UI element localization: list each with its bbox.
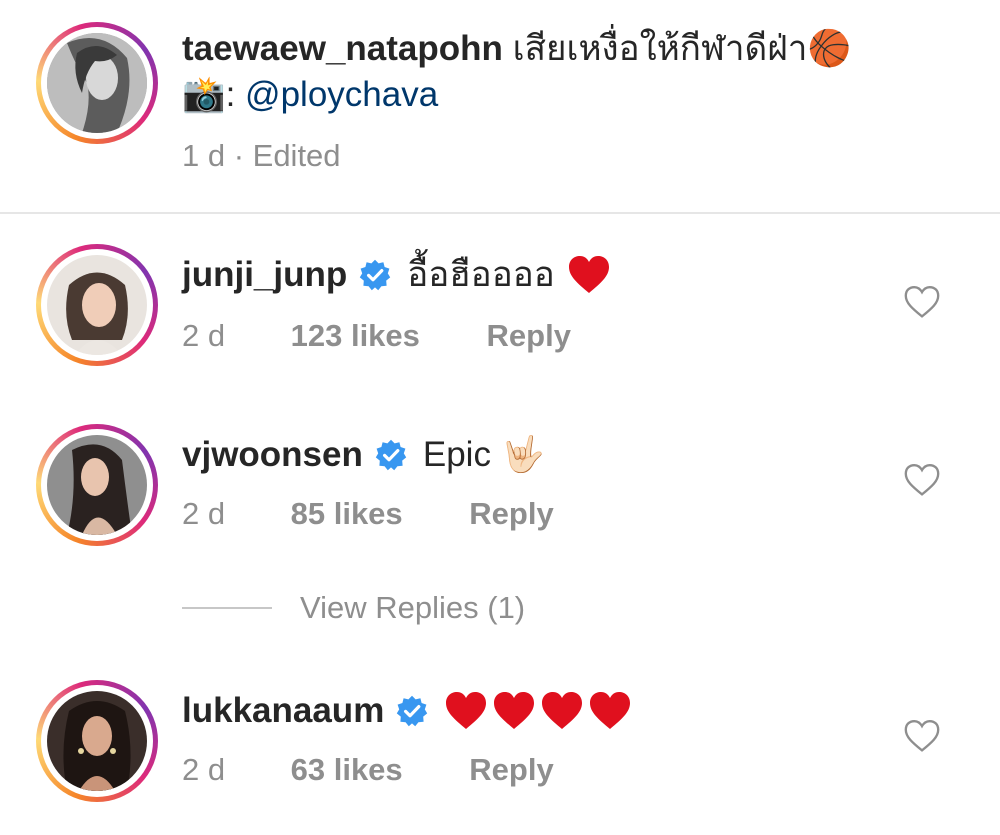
post-caption: taewaew_natapohn เสียเหงื่อให้กีฬาดีฝ่า🏀…	[182, 26, 962, 118]
author-photo	[47, 33, 147, 133]
red-heart-emoji	[588, 691, 632, 731]
caption-text: เสียเหงื่อให้กีฬาดีฝ่า	[502, 29, 808, 68]
comment-time: 2 d	[182, 318, 226, 353]
comment-meta: 2 d 63 likes Reply	[182, 752, 554, 788]
commenter-photo	[47, 435, 147, 535]
basketball-emoji: 🏀	[807, 29, 852, 68]
verified-badge-icon	[359, 259, 391, 291]
comment-likes[interactable]: 123 likes	[291, 318, 420, 354]
reply-button[interactable]: Reply	[469, 496, 553, 532]
comment-text: Epic	[422, 435, 491, 474]
like-heart-icon[interactable]	[902, 718, 942, 754]
red-heart-emoji	[444, 691, 488, 731]
view-replies-label[interactable]: View Replies (1)	[300, 590, 525, 626]
like-heart-icon[interactable]	[902, 284, 942, 320]
comment-username[interactable]: lukkanaaum	[182, 688, 384, 734]
red-heart-emoji	[492, 691, 536, 731]
view-replies[interactable]: View Replies (1)	[182, 590, 525, 626]
red-heart-emoji	[567, 255, 611, 295]
comment-text: อื้อฮืออออ	[407, 255, 555, 294]
caption-username[interactable]: taewaew_natapohn	[182, 29, 503, 68]
red-heart-emoji	[540, 691, 584, 731]
like-heart-icon[interactable]	[902, 462, 942, 498]
caption-colon: :	[225, 75, 246, 114]
commenter-photo	[47, 691, 147, 791]
camera-emoji: 📸	[182, 75, 226, 114]
commenter-photo	[47, 255, 147, 355]
view-replies-line	[182, 607, 272, 609]
comment-line: lukkanaaum	[182, 688, 636, 734]
verified-badge-icon	[396, 695, 428, 727]
verified-badge-icon	[375, 439, 407, 471]
comment-meta: 2 d 85 likes Reply	[182, 496, 554, 532]
comment-line: junji_junp อื้อฮืออออ	[182, 252, 615, 298]
caption-meta: 1 d · Edited	[182, 138, 341, 173]
comment-username[interactable]: vjwoonsen	[182, 432, 363, 478]
comment-time: 2 d	[182, 496, 226, 531]
caption-mention[interactable]: @ploychava	[245, 75, 438, 114]
reply-button[interactable]: Reply	[469, 752, 553, 788]
comment-likes[interactable]: 63 likes	[291, 752, 403, 788]
comment-avatar[interactable]	[36, 244, 158, 366]
comment-line: vjwoonsen Epic 🤟🏻	[182, 432, 545, 478]
comment-likes[interactable]: 85 likes	[291, 496, 403, 532]
comment-avatar[interactable]	[36, 424, 158, 546]
divider	[0, 212, 1000, 214]
comment-meta: 2 d 123 likes Reply	[182, 318, 571, 354]
author-avatar[interactable]	[36, 22, 158, 144]
comment-time: 2 d	[182, 752, 226, 787]
comment-avatar[interactable]	[36, 680, 158, 802]
comment-username[interactable]: junji_junp	[182, 252, 347, 298]
rock-hand-emoji: 🤟🏻	[500, 435, 545, 474]
reply-button[interactable]: Reply	[487, 318, 571, 354]
